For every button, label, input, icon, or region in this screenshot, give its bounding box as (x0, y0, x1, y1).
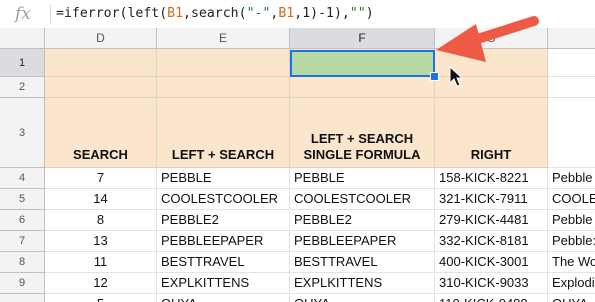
red-arrow-annotation (436, 16, 539, 62)
arrow-overlay (436, 16, 539, 87)
mouse-cursor-icon (449, 65, 464, 87)
